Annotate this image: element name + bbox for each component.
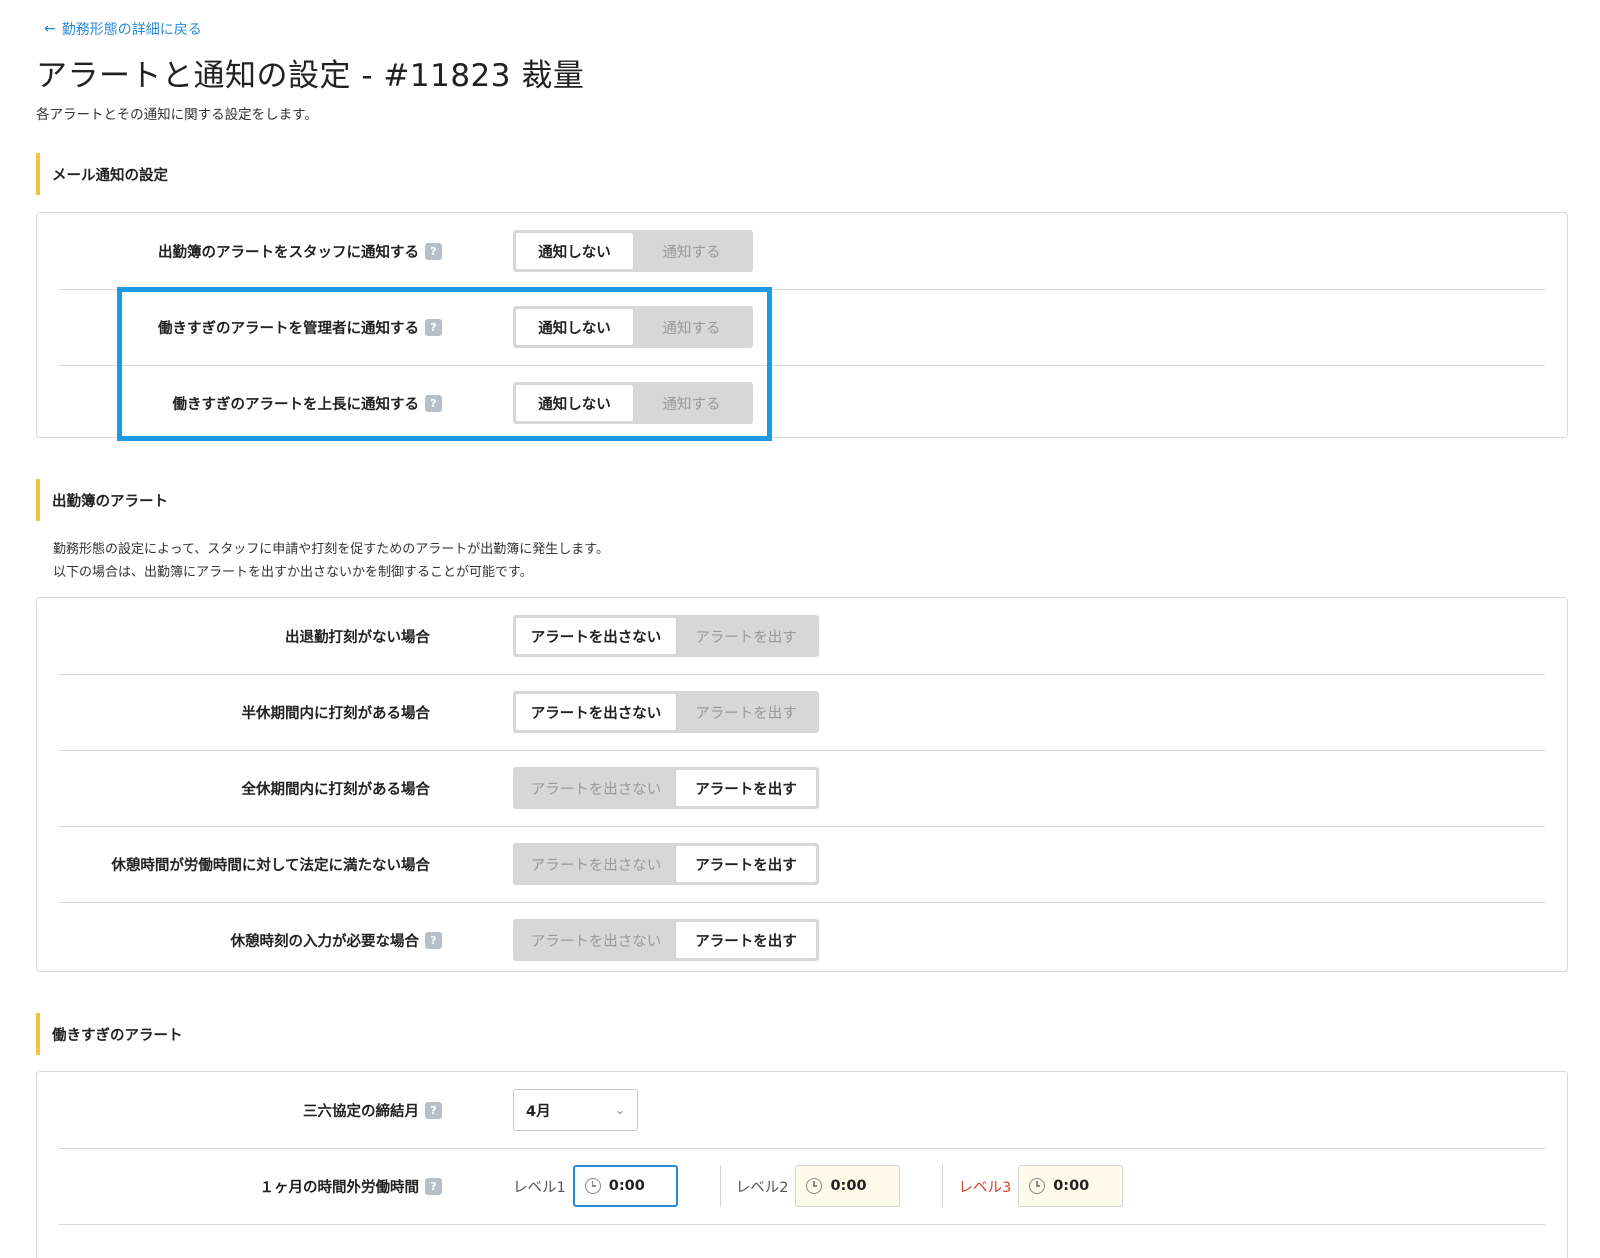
- notify-toggle: 通知しない 通知する: [513, 306, 753, 348]
- level-3-time-input[interactable]: 0:00: [1018, 1165, 1124, 1207]
- chevron-down-icon: ⌄: [614, 1103, 625, 1117]
- section-heading-overwork: 働きすぎのアラート: [36, 1013, 183, 1055]
- closing-month-select[interactable]: 4月 ⌄: [513, 1089, 638, 1131]
- alert-toggle: アラートを出さない アラートを出す: [513, 843, 819, 885]
- setting-row: １ヶ月の時間外労働時間 ? レベル1 0:00 レベル2 0:00 レベル3 0…: [37, 1148, 1567, 1224]
- setting-label: 出勤簿のアラートをスタッフに通知する: [158, 244, 419, 261]
- option-no-alert[interactable]: アラートを出さない: [516, 922, 676, 958]
- level-label: レベル3: [958, 1179, 1012, 1196]
- setting-label: 全休期間内に打刻がある場合: [241, 781, 431, 798]
- option-alert[interactable]: アラートを出す: [676, 618, 816, 654]
- option-no-notify[interactable]: 通知しない: [516, 233, 633, 269]
- arrow-left-icon: ←: [44, 21, 56, 37]
- option-alert[interactable]: アラートを出す: [676, 694, 816, 730]
- setting-label: 休憩時刻の入力が必要な場合: [230, 933, 420, 950]
- option-alert[interactable]: アラートを出す: [676, 922, 816, 958]
- option-no-alert[interactable]: アラートを出さない: [516, 770, 676, 806]
- help-icon[interactable]: ?: [425, 1101, 442, 1119]
- time-value: 0:00: [830, 1178, 867, 1194]
- setting-row: 働きすぎのアラートを上長に通知する ? 通知しない 通知する: [37, 365, 1567, 441]
- section-description: 勤務形態の設定によって、スタッフに申請や打刻を促すためのアラートが出勤簿に発生し…: [53, 538, 609, 584]
- level-1: レベル1 0:00: [513, 1165, 678, 1207]
- level-3: レベル3 0:00: [958, 1165, 1124, 1207]
- section-heading-email: メール通知の設定: [36, 153, 168, 195]
- setting-row: 出勤簿のアラートをスタッフに通知する ? 通知しない 通知する: [37, 213, 1567, 289]
- setting-row: 全休期間内に打刻がある場合 アラートを出さない アラートを出す: [37, 750, 1567, 826]
- divider: [719, 1165, 721, 1207]
- clock-icon: [584, 1178, 601, 1194]
- clock-icon: [806, 1178, 823, 1194]
- option-alert[interactable]: アラートを出す: [676, 846, 816, 882]
- level-label: レベル1: [513, 1179, 566, 1196]
- setting-label: 休憩時間が労働時間に対して法定に満たない場合: [111, 857, 430, 874]
- setting-row: [37, 1224, 1567, 1258]
- option-alert[interactable]: アラートを出す: [676, 770, 816, 806]
- page-title: アラートと通知の設定 - #11823 裁量: [36, 58, 585, 94]
- option-no-notify[interactable]: 通知しない: [516, 385, 633, 421]
- level-1-time-input[interactable]: 0:00: [572, 1165, 678, 1207]
- help-icon[interactable]: ?: [425, 394, 442, 412]
- level-label: レベル2: [735, 1179, 789, 1196]
- overwork-alert-panel: 三六協定の締結月 ? 4月 ⌄ １ヶ月の時間外労働時間 ? レベル1 0:00 …: [36, 1071, 1568, 1258]
- option-notify[interactable]: 通知する: [633, 309, 750, 345]
- setting-label: 半休期間内に打刻がある場合: [241, 705, 431, 722]
- closing-month-value: 4月: [526, 1103, 551, 1120]
- help-icon[interactable]: ?: [425, 318, 442, 336]
- alert-toggle: アラートを出さない アラートを出す: [513, 767, 819, 809]
- time-value: 0:00: [608, 1178, 645, 1194]
- option-notify[interactable]: 通知する: [633, 233, 750, 269]
- alert-toggle: アラートを出さない アラートを出す: [513, 615, 819, 657]
- help-icon[interactable]: ?: [425, 1177, 442, 1195]
- option-no-alert[interactable]: アラートを出さない: [516, 618, 676, 654]
- time-value: 0:00: [1053, 1178, 1090, 1194]
- page-description: 各アラートとその通知に関する設定をします。: [36, 107, 318, 123]
- setting-row: 働きすぎのアラートを管理者に通知する ? 通知しない 通知する: [37, 289, 1567, 365]
- level-2: レベル2 0:00: [736, 1165, 901, 1207]
- setting-label: 働きすぎのアラートを管理者に通知する: [158, 320, 419, 337]
- section-description-line: 以下の場合は、出勤簿にアラートを出すか出さないかを制御することが可能です。: [53, 565, 533, 580]
- clock-icon: [1029, 1178, 1046, 1194]
- alert-toggle: アラートを出さない アラートを出す: [513, 691, 819, 733]
- notify-toggle: 通知しない 通知する: [513, 382, 753, 424]
- attendance-alert-panel: 出退勤打刻がない場合 アラートを出さない アラートを出す 半休期間内に打刻がある…: [36, 597, 1568, 972]
- email-settings-panel: 出勤簿のアラートをスタッフに通知する ? 通知しない 通知する 働きすぎのアラー…: [36, 212, 1568, 438]
- setting-row: 三六協定の締結月 ? 4月 ⌄: [37, 1072, 1567, 1148]
- setting-row: 休憩時間が労働時間に対して法定に満たない場合 アラートを出さない アラートを出す: [37, 826, 1567, 902]
- setting-label: 働きすぎのアラートを上長に通知する: [172, 396, 420, 413]
- setting-label: 出退勤打刻がない場合: [285, 629, 430, 646]
- back-link[interactable]: ← 勤務形態の詳細に戻る: [44, 19, 202, 39]
- option-notify[interactable]: 通知する: [633, 385, 750, 421]
- back-link-label: 勤務形態の詳細に戻る: [61, 22, 202, 38]
- section-description-line: 勤務形態の設定によって、スタッフに申請や打刻を促すためのアラートが出勤簿に発生し…: [53, 542, 610, 557]
- divider: [942, 1165, 944, 1207]
- option-no-alert[interactable]: アラートを出さない: [516, 846, 676, 882]
- setting-label: 三六協定の締結月: [303, 1103, 419, 1120]
- level-2-time-input[interactable]: 0:00: [795, 1165, 901, 1207]
- section-heading-attendance: 出勤簿のアラート: [36, 479, 168, 521]
- setting-row: 半休期間内に打刻がある場合 アラートを出さない アラートを出す: [37, 674, 1567, 750]
- setting-row: 休憩時刻の入力が必要な場合 ? アラートを出さない アラートを出す: [37, 902, 1567, 978]
- alert-toggle: アラートを出さない アラートを出す: [513, 919, 819, 961]
- help-icon[interactable]: ?: [425, 242, 442, 260]
- help-icon[interactable]: ?: [425, 931, 442, 949]
- setting-label: １ヶ月の時間外労働時間: [259, 1179, 420, 1196]
- overtime-levels: レベル1 0:00 レベル2 0:00 レベル3 0:00: [513, 1165, 1124, 1207]
- notify-toggle: 通知しない 通知する: [513, 230, 753, 272]
- option-no-notify[interactable]: 通知しない: [516, 309, 633, 345]
- setting-row: 出退勤打刻がない場合 アラートを出さない アラートを出す: [37, 598, 1567, 674]
- option-no-alert[interactable]: アラートを出さない: [516, 694, 676, 730]
